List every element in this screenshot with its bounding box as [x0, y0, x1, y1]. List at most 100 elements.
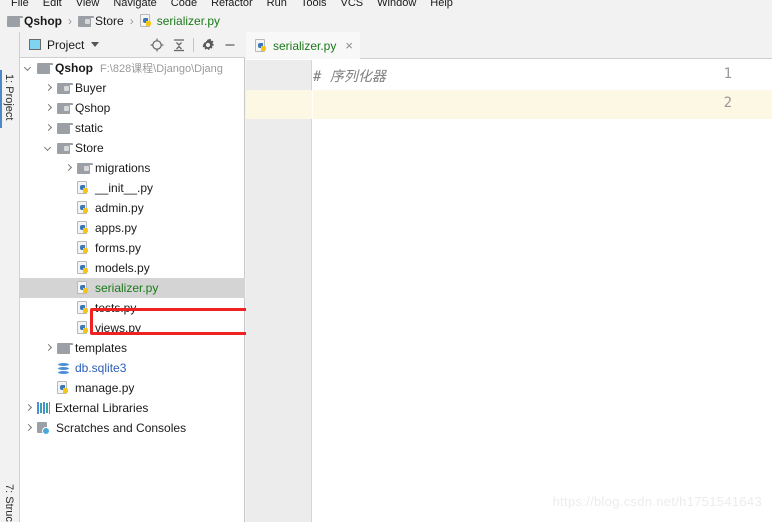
tree-item-icon	[77, 241, 90, 255]
tree-item-migrations[interactable]: migrations	[20, 158, 245, 178]
breadcrumb-folder-label: Store	[95, 14, 124, 28]
python-file-icon	[77, 201, 90, 215]
tree-item-icon	[57, 102, 73, 114]
python-file-icon	[255, 38, 268, 53]
editor-gutter[interactable]	[246, 60, 312, 522]
tree-item-label: templates	[75, 341, 128, 355]
tree-item-store[interactable]: Store	[20, 138, 245, 158]
tree-item-label: db.sqlite3	[75, 361, 127, 375]
tree-item-buyer[interactable]: Buyer	[20, 78, 245, 98]
project-view-icon	[29, 39, 41, 50]
tree-item-templates[interactable]: templates	[20, 338, 245, 358]
tree-item-icon	[37, 402, 50, 414]
tree-item-label: tests.py	[95, 301, 137, 315]
tree-arrow-spacer	[63, 303, 74, 314]
tree-item-scratches-and-consoles[interactable]: Scratches and Consoles	[20, 418, 245, 438]
tree-item-icon	[77, 162, 93, 174]
tree-item-forms-py[interactable]: forms.py	[20, 238, 245, 258]
python-file-icon	[77, 241, 90, 255]
tree-item-label: Scratches and Consoles	[56, 421, 187, 435]
tree-item-icon	[77, 201, 90, 215]
python-file-icon	[77, 321, 90, 335]
python-file-icon	[57, 381, 70, 395]
hide-panel-icon[interactable]	[219, 34, 241, 56]
chevron-right-icon[interactable]	[23, 423, 34, 434]
tree-item-icon	[57, 122, 73, 134]
tree-item-apps-py[interactable]: apps.py	[20, 218, 245, 238]
line-number: 1	[723, 66, 732, 82]
chevron-right-icon[interactable]	[43, 123, 54, 134]
breadcrumb-item-project[interactable]: Qshop	[7, 14, 62, 28]
tree-item-label: Store	[75, 141, 104, 155]
chevron-right-icon[interactable]	[43, 83, 54, 94]
tool-button-structure[interactable]: 7: Structure	[3, 484, 15, 522]
tree-item-label: manage.py	[75, 381, 135, 395]
project-tree[interactable]: Qshop F:\828课程\Django\Djang Buyer Qshop stat…	[20, 58, 245, 522]
watermark: https://blog.csdn.net/h1751541643	[552, 494, 762, 509]
scratches-icon	[37, 421, 51, 435]
chevron-down-icon[interactable]	[43, 143, 54, 154]
editor-tab-label: serializer.py	[273, 38, 337, 53]
chevron-right-icon[interactable]	[23, 403, 34, 414]
tree-item-icon	[77, 301, 90, 315]
tree-item-qshop[interactable]: Qshop F:\828课程\Django\Djang	[20, 58, 245, 78]
breadcrumb-item-folder[interactable]: Store	[78, 14, 124, 28]
code-editor[interactable]: 1 # 序列化器 2	[246, 60, 772, 522]
python-file-icon	[77, 221, 90, 235]
python-file-icon	[77, 301, 90, 315]
line-number: 2	[723, 95, 732, 111]
settings-gear-icon[interactable]	[197, 34, 219, 56]
chevron-right-icon[interactable]	[43, 103, 54, 114]
module-folder-icon	[57, 142, 73, 154]
tree-item-icon	[77, 181, 90, 195]
current-line-gutter-highlight	[246, 90, 312, 119]
tree-item-icon	[57, 142, 73, 154]
tree-arrow-spacer	[63, 203, 74, 214]
tree-item-manage-py[interactable]: manage.py	[20, 378, 245, 398]
close-icon[interactable]: ×	[345, 39, 353, 52]
tree-item-static[interactable]: static	[20, 118, 245, 138]
tree-item-icon	[77, 281, 90, 295]
python-file-icon	[77, 181, 90, 195]
toolbar-divider	[193, 38, 194, 52]
pycharm-window: File Edit View Navigate Code Refactor Ru…	[0, 0, 772, 522]
project-panel-title-dropdown[interactable]: Project	[29, 37, 100, 52]
chevron-down-icon[interactable]	[23, 63, 34, 74]
tree-item-label: forms.py	[95, 241, 142, 255]
tree-item-serializer-py[interactable]: serializer.py	[20, 278, 245, 298]
collapse-all-icon[interactable]	[168, 34, 190, 56]
tree-item-icon	[77, 261, 90, 275]
code-line: # 序列化器	[313, 69, 386, 85]
tool-button-project[interactable]: 1: Project	[3, 74, 15, 120]
breadcrumb-separator-icon-2: ›	[129, 14, 134, 28]
tree-item-icon	[57, 342, 73, 354]
project-toolbar-buttons	[146, 32, 241, 58]
tree-item-label: views.py	[95, 321, 142, 335]
tree-item-admin-py[interactable]: admin.py	[20, 198, 245, 218]
chevron-right-icon[interactable]	[43, 343, 54, 354]
tree-item-label: External Libraries	[55, 401, 149, 415]
tree-item-label: migrations	[95, 161, 151, 175]
tree-item-label: serializer.py	[95, 281, 159, 295]
database-icon	[57, 362, 70, 375]
folder-icon	[37, 62, 53, 74]
tree-item-label: apps.py	[95, 221, 138, 235]
module-folder-icon	[78, 15, 94, 27]
editor-tab-serializer[interactable]: serializer.py ×	[246, 32, 360, 59]
locate-target-icon[interactable]	[146, 34, 168, 56]
breadcrumb-item-file[interactable]: serializer.py	[139, 14, 220, 28]
tree-item-models-py[interactable]: models.py	[20, 258, 245, 278]
editor-area: serializer.py × 1 # 序列化器 2	[246, 32, 772, 522]
python-file-icon	[77, 281, 90, 295]
tree-item-views-py[interactable]: views.py	[20, 318, 245, 338]
tree-item-tests-py[interactable]: tests.py	[20, 298, 245, 318]
current-line-highlight	[313, 90, 772, 119]
tree-item-external-libraries[interactable]: External Libraries	[20, 398, 245, 418]
tree-item-init-py[interactable]: __init__.py	[20, 178, 245, 198]
project-panel-title: Project	[47, 37, 85, 52]
chevron-down-icon	[91, 42, 100, 47]
folder-icon	[57, 122, 73, 134]
tree-item-qshop[interactable]: Qshop	[20, 98, 245, 118]
tree-item-db-sqlite3[interactable]: db.sqlite3	[20, 358, 245, 378]
chevron-right-icon[interactable]	[63, 163, 74, 174]
